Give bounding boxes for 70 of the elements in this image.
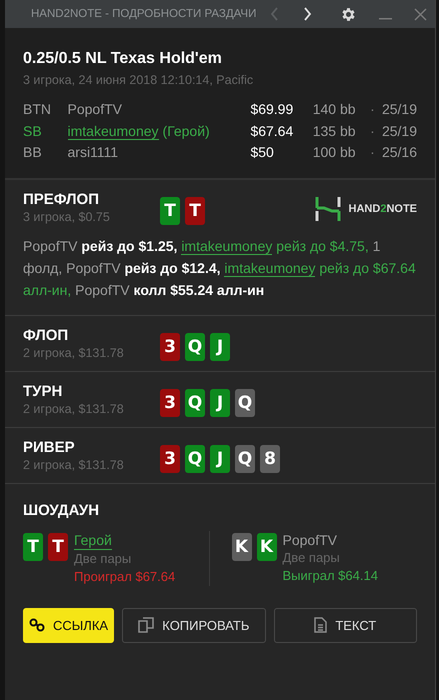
playing-card: 3 [160,388,180,416]
stack-amount: $50 [250,144,275,160]
playing-card: Q [235,444,255,472]
logo-icon [314,196,341,220]
link-button[interactable]: ССЫЛКА [23,608,114,642]
playing-card: J [210,332,230,360]
seat-position: SB [23,122,43,138]
player-link[interactable]: imtakeumoney [224,260,316,276]
stack-bb: 140 bb [312,101,357,117]
playing-card: Q [185,388,205,416]
street-info: 3 игрока, $0.75 [23,210,111,224]
street-info: 2 игрока, $131.78 [23,402,125,416]
logo-text: HAND2NOTE [348,202,417,214]
street-title: ТУРН [23,382,64,400]
player-stats: 25/16 [382,144,417,160]
link-icon [29,618,45,632]
street-info: 2 игрока, $131.78 [23,458,125,472]
stack-bb: 135 bb [312,122,357,138]
hand-rank: Две пары [74,550,132,568]
game-info: 3 игрока, 24 июня 2018 12:10:14, Pacific [23,73,254,87]
copy-icon [138,617,154,633]
seat-position: BB [23,144,43,160]
playing-card: T [160,196,180,224]
playing-card: Q [185,444,205,472]
separator-dot: · [370,122,376,138]
hero-tag: (Герой) [162,122,210,138]
player-name: PopofTV [68,101,122,117]
player-stats: 25/19 [382,101,417,117]
player-name: arsi1111 [68,144,118,160]
game-title: 0.25/0.5 NL Texas Hold'em [23,50,223,68]
player-stats: 25/19 [382,122,417,138]
settings-icon[interactable] [340,6,357,22]
playing-card: 3 [160,332,180,360]
action-summary: PopofTV рейз до $1.25, imtakeumoney рейз до $4.75, 1 фолд, PopofTV рейз до $12.4, imtakeumoney рейз до $67.64 алл-ин, PopofTV колл $55.24 алл-ин [23,236,417,300]
playing-card: K [256,532,276,560]
street-title: РИВЕР [23,438,76,456]
copy-button[interactable]: КОПИРОВАТЬ [122,608,266,642]
seat-position: BTN [23,101,52,117]
street-title: ПРЕФЛОП [23,190,100,208]
playing-card: K [232,532,252,560]
next-icon[interactable] [303,7,312,21]
stack-amount: $69.99 [250,101,294,117]
stack-bb: 100 bb [312,144,357,160]
window-title: HAND2NOTE - ПОДРОБНОСТИ РАЗДАЧИ [31,8,258,20]
text-button[interactable]: ТЕКСТ [274,608,418,642]
playing-card: 8 [260,444,280,472]
playing-card: T [48,532,68,560]
playing-card: J [210,388,230,416]
street-info: 2 игрока, $131.78 [23,346,125,360]
separator-dot: · [370,101,376,117]
result-amount: Выиграл $64.14 [282,566,378,584]
stack-amount: $67.64 [250,122,294,138]
close-icon[interactable] [414,8,427,20]
player-link[interactable]: imtakeumoney [68,122,159,140]
playing-card: J [210,444,230,472]
playing-card: 3 [160,444,180,472]
player-link[interactable]: Герой [74,530,112,550]
street-title: ФЛОП [23,326,70,344]
player-name: PopofTV [282,530,337,548]
playing-card: T [185,196,205,224]
document-icon [314,617,328,633]
result-amount: Проиграл $67.64 [74,568,176,586]
playing-card: Q [185,332,205,360]
separator-dot: · [370,144,376,160]
hand-rank: Две пары [282,548,340,566]
playing-card: Q [235,388,255,416]
playing-card: T [23,532,43,560]
minimize-icon[interactable] [379,16,392,20]
player-link[interactable]: imtakeumoney [181,238,272,254]
showdown-title: ШОУДАУН [23,502,100,518]
